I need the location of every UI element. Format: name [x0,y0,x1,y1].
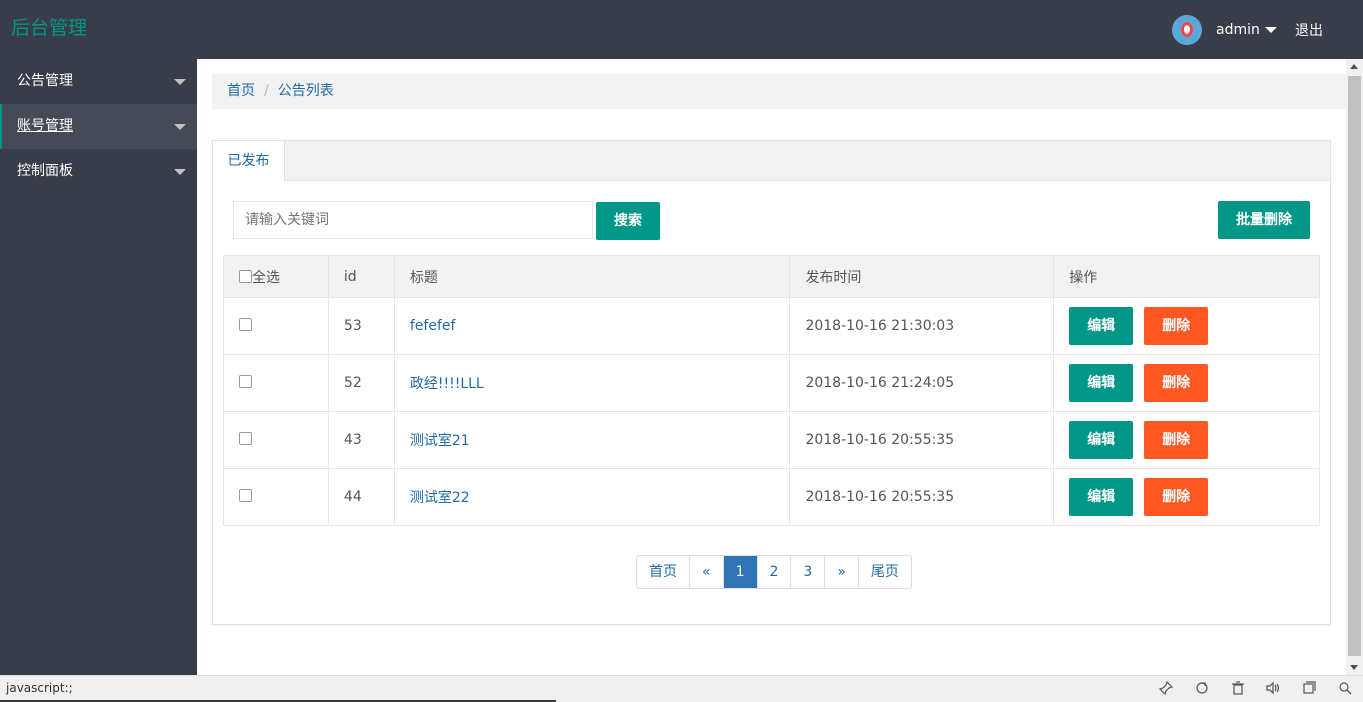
id-header: id [327,255,395,298]
edit-button[interactable]: 编辑 [1069,478,1134,516]
row-time: 2018-10-16 21:24:05 [789,354,1055,412]
row-title-link[interactable]: 政经!!!!LLL [410,376,484,392]
row-checkbox[interactable] [239,318,252,331]
row-actions: 编辑 删除 [1053,411,1320,469]
username[interactable]: admin [1216,22,1260,38]
page-1[interactable]: 1 [723,556,758,588]
select-all-label: 全选 [252,269,280,286]
row-actions: 编辑 删除 [1053,468,1320,526]
row-id: 44 [327,468,395,526]
row-id: 43 [327,411,395,469]
page-2[interactable]: 2 [758,556,792,588]
breadcrumb: 首页 / 公告列表 [212,74,1346,109]
row-checkbox[interactable] [239,489,252,502]
refresh-icon[interactable] [1194,681,1210,697]
row-checkbox-cell [223,411,329,469]
row-title-cell: 政经!!!!LLL [393,354,791,412]
search-input[interactable] [233,201,593,239]
notice-list-card: 已发布 搜索 批量删除 全选 id 标题 发布时间 操作 53 fefefef [212,140,1331,625]
row-title-cell: fefefef [393,297,791,355]
breadcrumb-separator: / [264,83,269,99]
table-row: 44 测试室22 2018-10-16 20:55:35 编辑 删除 [223,468,1320,526]
status-url: javascript:; [6,681,73,695]
scroll-down-icon[interactable] [1350,665,1358,670]
select-all-header: 全选 [223,255,329,298]
zoom-icon[interactable] [1337,681,1353,697]
vertical-scrollbar[interactable] [1346,59,1363,675]
row-checkbox[interactable] [239,432,252,445]
sidebar-item-accounts[interactable]: 账号管理 [0,104,197,149]
row-id: 53 [327,297,395,355]
page-prev[interactable]: « [690,556,724,588]
chevron-down-icon[interactable] [1264,27,1277,33]
row-actions: 编辑 删除 [1053,297,1320,355]
row-checkbox-cell [223,297,329,355]
scroll-up-icon[interactable] [1350,64,1358,69]
sidebar-item-label: 账号管理 [17,118,73,134]
row-checkbox-cell [223,354,329,412]
row-time: 2018-10-16 21:30:03 [789,297,1055,355]
delete-button[interactable]: 删除 [1144,421,1209,459]
sidebar: 公告管理 账号管理 控制面板 [0,59,197,675]
pin-icon[interactable] [1158,680,1174,697]
sidebar-item-label: 公告管理 [17,73,73,89]
sidebar-item-dashboard[interactable]: 控制面板 [0,149,197,194]
row-title-cell: 测试室21 [393,411,791,469]
row-checkbox[interactable] [239,375,252,388]
user-menu[interactable]: admin [1172,14,1277,46]
row-title-link[interactable]: fefefef [410,318,456,334]
table-header-row: 全选 id 标题 发布时间 操作 [223,255,1320,298]
title-header: 标题 [393,255,791,298]
delete-button[interactable]: 删除 [1144,478,1209,516]
row-title-cell: 测试室22 [393,468,791,526]
row-time: 2018-10-16 20:55:35 [789,411,1055,469]
pagination: 首页 « 1 2 3 » 尾页 [636,555,912,589]
edit-button[interactable]: 编辑 [1069,307,1134,345]
select-all-checkbox[interactable] [239,269,252,283]
search-button[interactable]: 搜索 [596,202,660,240]
logout-link[interactable]: 退出 [1295,20,1323,40]
delete-button[interactable]: 删除 [1144,364,1209,402]
breadcrumb-home[interactable]: 首页 [227,83,255,99]
top-header: 后台管理 admin 退出 [0,0,1363,59]
row-checkbox-cell [223,468,329,526]
page-next[interactable]: » [825,556,859,588]
window-icon[interactable] [1301,681,1317,697]
sidebar-item-notices[interactable]: 公告管理 [0,59,197,104]
row-actions: 编辑 删除 [1053,354,1320,412]
tab-bar: 已发布 [213,141,1330,182]
volume-icon[interactable] [1265,681,1281,697]
delete-button[interactable]: 删除 [1144,307,1209,345]
page-3[interactable]: 3 [791,556,826,588]
avatar[interactable] [1172,15,1202,45]
table-row: 43 测试室21 2018-10-16 20:55:35 编辑 删除 [223,411,1320,469]
app-logo[interactable]: 后台管理 [11,16,87,40]
scrollbar-thumb[interactable] [1348,76,1361,656]
notice-table: 全选 id 标题 发布时间 操作 53 fefefef 2018-10-16 2… [223,255,1320,526]
row-id: 52 [327,354,395,412]
breadcrumb-current[interactable]: 公告列表 [278,83,334,99]
time-header: 发布时间 [789,255,1055,298]
chevron-down-icon [174,124,186,130]
row-title-link[interactable]: 测试室21 [410,433,470,449]
table-row: 53 fefefef 2018-10-16 21:30:03 编辑 删除 [223,297,1320,355]
actions-header: 操作 [1053,255,1320,298]
row-title-link[interactable]: 测试室22 [410,490,470,506]
row-time: 2018-10-16 20:55:35 [789,468,1055,526]
browser-status-bar: javascript:; [0,675,1363,702]
sidebar-item-label: 控制面板 [17,163,73,179]
chevron-down-icon [174,79,186,85]
page-first[interactable]: 首页 [637,556,690,588]
chevron-down-icon [174,169,186,175]
edit-button[interactable]: 编辑 [1069,364,1134,402]
tab-published[interactable]: 已发布 [213,141,285,182]
edit-button[interactable]: 编辑 [1069,421,1134,459]
table-row: 52 政经!!!!LLL 2018-10-16 21:24:05 编辑 删除 [223,354,1320,412]
page-last[interactable]: 尾页 [859,556,911,588]
batch-delete-button[interactable]: 批量删除 [1218,201,1310,239]
trash-icon[interactable] [1230,681,1246,697]
